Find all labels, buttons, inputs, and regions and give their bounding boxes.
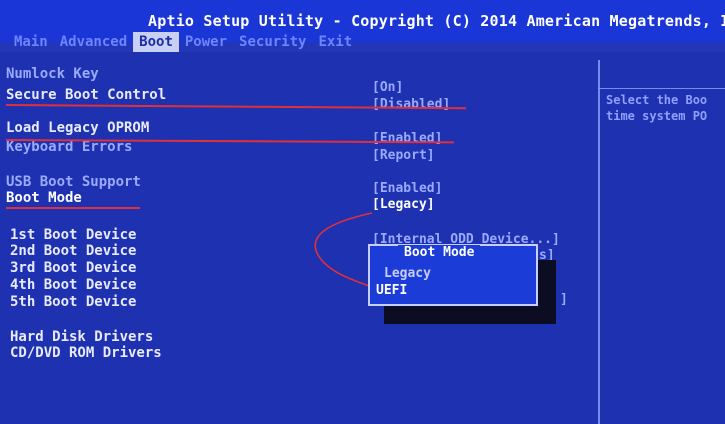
popup-option-legacy[interactable]: Legacy bbox=[384, 266, 431, 281]
popup-title: Boot Mode bbox=[398, 245, 481, 260]
popup-option-uefi[interactable]: UEFI bbox=[376, 283, 534, 298]
boot-mode-popup: Boot Mode Legacy UEFI bbox=[368, 244, 538, 306]
annotation-arrow-curve bbox=[314, 212, 381, 291]
